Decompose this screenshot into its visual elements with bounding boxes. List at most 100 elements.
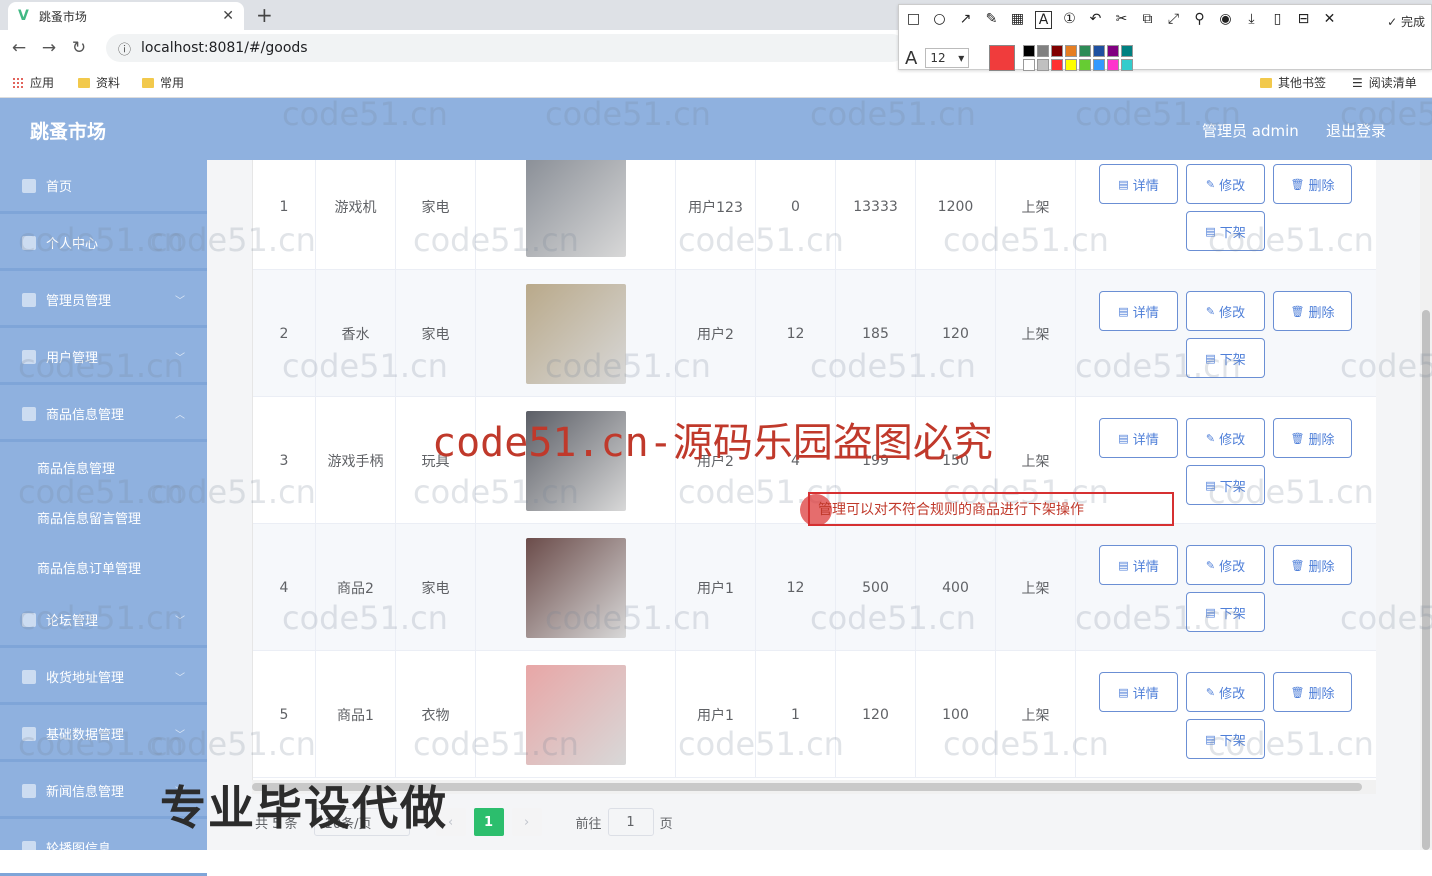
sidebar-item-forum[interactable]: 论坛管理 ﹀ [0,594,207,648]
sidebar-item-goods[interactable]: 商品信息管理 ︿ [0,388,207,442]
sidebar-item-personal[interactable]: 个人中心 [0,217,207,271]
vertical-scrollbar[interactable] [1420,160,1432,850]
current-color-swatch[interactable] [989,45,1016,71]
delete-button[interactable]: 🗑 删除 [1273,291,1352,331]
bookmark-reading-list[interactable]: ☰ 阅读清单 [1352,74,1417,91]
off-shelf-button[interactable]: ▤ 下架 [1186,211,1265,251]
back-icon[interactable]: ← [4,38,34,58]
off-shelf-button[interactable]: ▤ 下架 [1186,465,1265,505]
delete-button[interactable]: 🗑 删除 [1273,672,1352,712]
forward-icon[interactable]: → [34,38,64,58]
detail-button[interactable]: ▤ 详情 [1099,545,1178,585]
color-swatch[interactable] [1079,45,1092,57]
off-shelf-button[interactable]: ▤ 下架 [1186,592,1265,632]
color-swatch[interactable] [1023,59,1036,71]
bookmark-apps[interactable]: 应用 [12,74,54,91]
cancel-icon[interactable]: ✕ [1321,11,1338,29]
folder-icon [142,77,154,88]
color-swatch[interactable] [1023,45,1036,57]
sidebar-item-home[interactable]: 首页 [0,160,207,214]
pen-tool-icon[interactable]: ✎ [983,11,1000,29]
detail-button[interactable]: ▤ 详情 [1099,164,1178,204]
sidebar-item-basedata[interactable]: 基础数据管理 ﹀ [0,708,207,762]
arrow-tool-icon[interactable]: ↗ [957,11,974,29]
scissors-icon[interactable]: ✂ [1113,11,1130,29]
pin-icon[interactable]: ⚲ [1191,11,1208,29]
color-swatch[interactable] [1121,45,1134,57]
text-tool-icon[interactable]: A [1035,11,1052,29]
delete-button[interactable]: 🗑 删除 [1273,164,1352,204]
bookmark-folder-changyong[interactable]: 常用 [142,74,184,91]
delete-button[interactable]: 🗑 删除 [1273,418,1352,458]
bookmark-folder-ziliao[interactable]: 资料 [78,74,120,91]
fullscreen-icon[interactable]: ⤢ [1165,11,1182,29]
browser-tab[interactable]: V 跳蚤市场 ✕ [8,2,244,30]
new-tab-icon[interactable]: + [256,3,273,27]
color-swatch[interactable] [1037,59,1050,71]
page-suffix: 页 [659,816,673,832]
page-number-current[interactable]: 1 [473,808,504,836]
edit-button[interactable]: ✎ 修改 [1186,672,1265,712]
record-icon[interactable]: ◉ [1217,11,1234,29]
edit-button[interactable]: ✎ 修改 [1186,418,1265,458]
logout-link[interactable]: 退出登录 [1326,120,1386,141]
color-swatch[interactable] [1051,59,1064,71]
color-swatch[interactable] [1107,45,1120,57]
download-icon[interactable]: ⤓ [1243,11,1260,29]
rectangle-tool-icon[interactable]: □ [905,11,922,29]
color-swatch[interactable] [1079,59,1092,71]
sidebar-item-address[interactable]: 收货地址管理 ﹀ [0,651,207,705]
color-swatch[interactable] [1037,45,1050,57]
next-page-button[interactable]: › [511,808,542,836]
detail-button[interactable]: ▤ 详情 [1099,672,1178,712]
color-swatch[interactable] [1107,59,1120,71]
goods-thumbnail[interactable] [525,283,626,384]
table-cell-c3: 1200 [916,160,996,270]
reading-list-icon: ☰ [1352,75,1363,90]
url-field[interactable]: ⓘ localhost:8081/#/goods [106,34,906,62]
font-size-select[interactable]: 12 ▾ [925,48,970,68]
sidebar-item-admins[interactable]: 管理员管理 ﹀ [0,274,207,328]
bookmark-icon[interactable]: ⊟ [1295,11,1312,29]
delete-button[interactable]: 🗑 删除 [1273,545,1352,585]
undo-icon[interactable]: ↶ [1087,11,1104,29]
sidebar-sub-goods[interactable]: 商品信息管理 [37,458,115,477]
bookmarks-bar: 应用 资料 常用 其他书签 ☰ 阅读清单 [0,66,1432,98]
ellipse-tool-icon[interactable]: ○ [931,11,948,29]
number-tool-icon[interactable]: ① [1061,11,1078,29]
color-swatch[interactable] [1065,59,1078,71]
goods-thumbnail[interactable] [525,537,626,638]
off-shelf-button[interactable]: ▤ 下架 [1186,338,1265,378]
color-swatch[interactable] [1093,45,1106,57]
edit-button[interactable]: ✎ 修改 [1186,164,1265,204]
sidebar-item-users[interactable]: 用户管理 ﹀ [0,331,207,385]
goto-page-input[interactable]: 1 [607,808,654,836]
color-swatch[interactable] [1093,59,1106,71]
detail-icon: ▤ [1118,685,1129,699]
copy-icon[interactable]: ⧉ [1139,11,1156,29]
screenshot-toolbar: □ ○ ↗ ✎ ▦ A ① ↶ ✂ ⧉ ⤢ ⚲ ◉ ⤓ ▯ ⊟ ✕ ✓ 完成 A… [898,4,1432,71]
news-icon [22,783,36,798]
edit-button[interactable]: ✎ 修改 [1186,545,1265,585]
close-tab-icon[interactable]: ✕ [222,8,234,24]
goods-thumbnail[interactable] [525,160,626,257]
site-info-icon[interactable]: ⓘ [118,39,131,58]
phone-icon[interactable]: ▯ [1269,11,1286,29]
color-swatch[interactable] [1051,45,1064,57]
color-palette[interactable] [1023,45,1134,71]
edit-button[interactable]: ✎ 修改 [1186,291,1265,331]
done-button[interactable]: ✓ 完成 [1387,13,1425,30]
sidebar-sub-goods-orders[interactable]: 商品信息订单管理 [37,558,141,577]
mosaic-tool-icon[interactable]: ▦ [1009,11,1026,29]
reload-icon[interactable]: ↻ [64,38,94,58]
delete-icon: 🗑 [1290,177,1305,191]
detail-button[interactable]: ▤ 详情 [1099,418,1178,458]
color-swatch[interactable] [1121,59,1134,71]
color-swatch[interactable] [1065,45,1078,57]
apps-grid-icon [12,76,24,89]
off-shelf-button[interactable]: ▤ 下架 [1186,719,1265,759]
sidebar-sub-goods-comments[interactable]: 商品信息留言管理 [37,508,141,527]
goods-thumbnail[interactable] [525,664,626,765]
detail-button[interactable]: ▤ 详情 [1099,291,1178,331]
bookmark-other[interactable]: 其他书签 [1260,74,1326,91]
